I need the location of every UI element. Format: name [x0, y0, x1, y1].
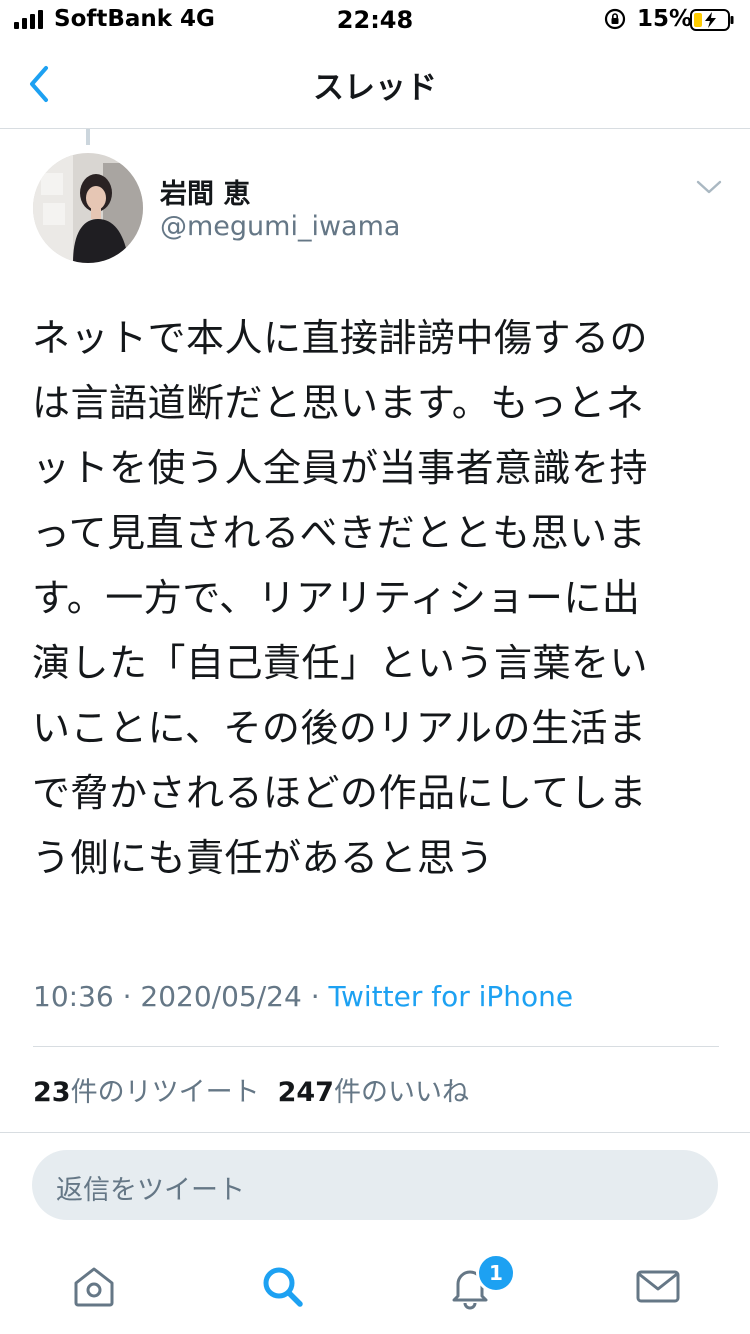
- navigation-bar: スレッド: [0, 40, 750, 129]
- battery-percent: 15%: [637, 6, 693, 32]
- engagement-counts: 23件のリツイート 247件のいいね: [33, 1070, 469, 1109]
- home-icon[interactable]: [70, 1262, 118, 1310]
- page-title: スレッド: [313, 70, 437, 106]
- meta-separator: ·: [113, 980, 141, 1013]
- messages-icon[interactable]: [634, 1262, 682, 1310]
- display-name[interactable]: 岩間 恵: [160, 172, 250, 211]
- avatar[interactable]: [33, 153, 143, 263]
- retweets-link[interactable]: 23件のリツイート: [33, 1077, 260, 1108]
- chevron-down-icon[interactable]: [696, 178, 722, 196]
- likes-link[interactable]: 247件のいいね: [278, 1077, 469, 1108]
- retweet-count: 23: [33, 1077, 71, 1108]
- tweet-date: 2020/05/24: [140, 980, 302, 1013]
- divider: [0, 1132, 750, 1133]
- battery-icon: [690, 9, 734, 31]
- tweet-time: 10:36: [33, 980, 114, 1013]
- reply-input[interactable]: 返信をツイート: [32, 1150, 718, 1220]
- username[interactable]: @megumi_iwama: [160, 211, 400, 242]
- thread-connector-line: [86, 129, 90, 145]
- tweet-text: ネットで本人に直接誹謗中傷するの は言語道断だと思います。もっとネ ットを使う人…: [32, 316, 649, 880]
- status-bar: SoftBank 4G 22:48 15%: [0, 0, 750, 40]
- tweet-timestamp: 10:36 · 2020/05/24 · Twitter for iPhone: [33, 980, 573, 1013]
- like-count: 247: [277, 1077, 334, 1108]
- retweet-label: 件のリツイート: [70, 1077, 260, 1108]
- divider: [33, 1046, 719, 1047]
- reply-placeholder: 返信をツイート: [56, 1175, 245, 1206]
- notifications-badge: 1: [476, 1253, 516, 1293]
- search-icon[interactable]: [258, 1262, 306, 1310]
- like-label: 件のいいね: [333, 1077, 469, 1108]
- rotation-lock-icon: [604, 8, 626, 30]
- tab-bar: [0, 1240, 750, 1334]
- tweet-source-link[interactable]: Twitter for iPhone: [329, 980, 574, 1013]
- meta-separator: ·: [301, 980, 329, 1013]
